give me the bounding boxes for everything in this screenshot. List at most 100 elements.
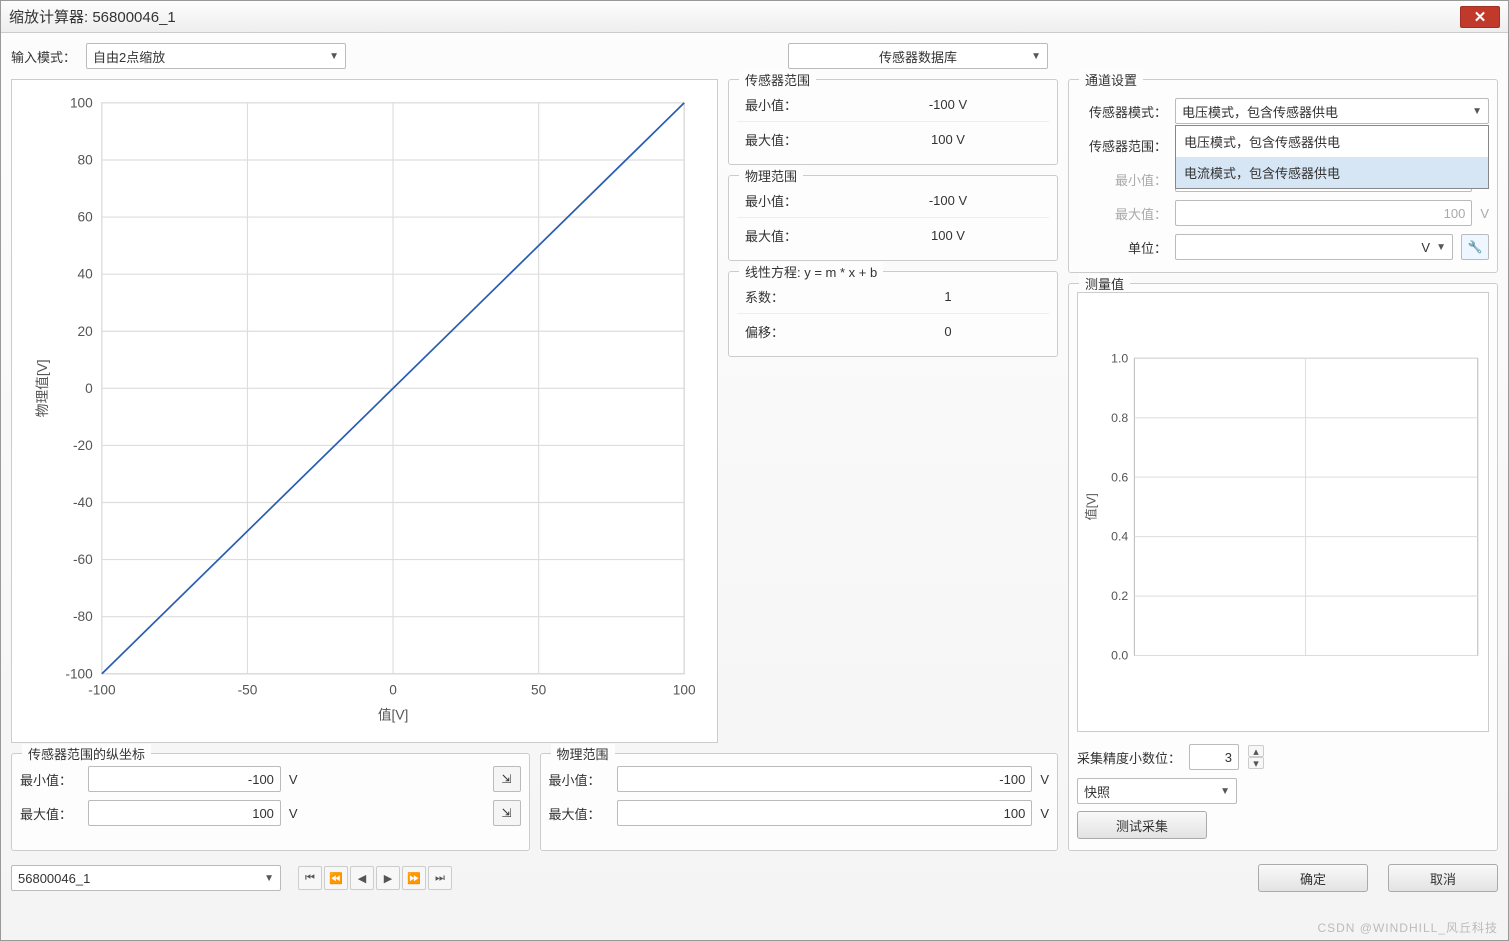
nav-back-button[interactable]: ◀ <box>350 866 374 890</box>
input-mode-value: 自由2点缩放 <box>93 47 165 66</box>
measurement-ylabel: 值[V] <box>1083 493 1098 520</box>
apply-icon: ⇲ <box>501 772 511 786</box>
chevron-down-icon: ▼ <box>1436 242 1446 253</box>
channel-settings-title: 通道设置 <box>1079 70 1143 89</box>
nav-first-button[interactable]: ⏮ <box>298 866 322 890</box>
edit-icon: 🔧 <box>1468 240 1483 254</box>
unit-value: V <box>1421 240 1430 255</box>
sensor-range-y-panel: 传感器范围的纵坐标 最小值： -100 V ⇲ 最大值： 100 V <box>11 753 530 851</box>
measurement-panel: 测量值 1.0 <box>1068 283 1498 851</box>
chevron-down-icon: ▼ <box>1220 786 1230 797</box>
cancel-button[interactable]: 取消 <box>1388 864 1498 892</box>
skip-last-icon: ⏭ <box>435 872 445 885</box>
offset-value: 0 <box>855 324 1041 339</box>
svg-text:0: 0 <box>85 381 93 396</box>
main-chart: 100 80 60 40 20 0 -20 -40 -60 -80 -100 <box>11 79 718 743</box>
nav-last-button[interactable]: ⏭ <box>428 866 452 890</box>
cs-max-unit: V <box>1480 206 1489 221</box>
bl-max-label: 最大值： <box>20 804 80 823</box>
sensor-mode-label: 传感器模式： <box>1077 102 1167 121</box>
svg-text:50: 50 <box>531 682 547 697</box>
item-selector-combo[interactable]: 56800046_1 ▼ <box>11 865 281 891</box>
sensor-range-max-value: 100 V <box>855 132 1041 147</box>
main-chart-svg: 100 80 60 40 20 0 -20 -40 -60 -80 -100 <box>22 90 707 732</box>
nav-fast-forward-button[interactable]: ⏩ <box>402 866 426 890</box>
nav-fast-back-button[interactable]: ⏪ <box>324 866 348 890</box>
br-max-unit: V <box>1040 806 1049 821</box>
physical-range-max-label: 最大值： <box>745 226 855 245</box>
physical-range-title: 物理范围 <box>739 166 803 185</box>
sensor-range-max-label: 最大值： <box>745 130 855 149</box>
input-mode-combo[interactable]: 自由2点缩放 ▼ <box>86 43 346 69</box>
br-max-label: 最大值： <box>549 804 609 823</box>
coef-value: 1 <box>855 289 1041 304</box>
bl-max-unit: V <box>289 806 298 821</box>
sensor-range-panel: 传感器范围 最小值：-100 V 最大值：100 V <box>728 79 1058 165</box>
sensor-range-label: 传感器范围： <box>1077 136 1167 155</box>
bl-min-label: 最小值： <box>20 770 80 789</box>
br-max-input[interactable]: 100 <box>617 800 1033 826</box>
chevron-down-icon: ▼ <box>264 873 274 884</box>
svg-text:0.4: 0.4 <box>1111 530 1128 544</box>
sensor-mode-dropdown: 电压模式，包含传感器供电 电流模式，包含传感器供电 <box>1175 125 1489 189</box>
svg-text:-80: -80 <box>73 609 93 624</box>
br-min-input[interactable]: -100 <box>617 766 1033 792</box>
svg-text:80: 80 <box>78 153 94 168</box>
svg-text:-60: -60 <box>73 552 93 567</box>
cs-min-label: 最小值： <box>1077 170 1167 189</box>
svg-text:60: 60 <box>78 210 94 225</box>
channel-settings-panel: 通道设置 传感器模式： 电压模式，包含传感器供电 ▼ 电压模式，包含传感器供电 … <box>1068 79 1498 273</box>
sensor-db-combo[interactable]: 传感器数据库 ▼ <box>788 43 1048 69</box>
unit-label: 单位： <box>1077 238 1167 257</box>
sensor-range-title: 传感器范围 <box>739 70 816 89</box>
svg-text:-100: -100 <box>88 682 116 697</box>
sensor-range-min-value: -100 V <box>855 97 1041 112</box>
physical-range-min-label: 最小值： <box>745 191 855 210</box>
precision-label: 采集精度小数位： <box>1077 748 1181 767</box>
unit-edit-button[interactable]: 🔧 <box>1461 234 1489 260</box>
apply-min-button[interactable]: ⇲ <box>493 766 521 792</box>
sensor-mode-combo[interactable]: 电压模式，包含传感器供电 ▼ 电压模式，包含传感器供电 电流模式，包含传感器供电 <box>1175 98 1489 124</box>
svg-text:-20: -20 <box>73 438 93 453</box>
bl-min-unit: V <box>289 772 298 787</box>
snapshot-combo[interactable]: 快照 ▼ <box>1077 778 1237 804</box>
input-mode-label: 输入模式： <box>11 47 76 66</box>
svg-text:1.0: 1.0 <box>1111 351 1128 365</box>
ok-button[interactable]: 确定 <box>1258 864 1368 892</box>
sensor-mode-option-voltage[interactable]: 电压模式，包含传感器供电 <box>1176 126 1488 157</box>
window-title: 缩放计算器: 56800046_1 <box>9 6 176 27</box>
snapshot-label: 快照 <box>1084 782 1110 801</box>
main-chart-ylabel: 物理值[V] <box>35 359 50 417</box>
bl-min-input[interactable]: -100 <box>88 766 281 792</box>
chevron-down-icon: ▼ <box>329 51 339 62</box>
cs-max-label: 最大值： <box>1077 204 1167 223</box>
item-selector-value: 56800046_1 <box>18 871 90 886</box>
precision-up[interactable]: ▴ <box>1248 745 1264 757</box>
unit-combo[interactable]: V ▼ <box>1175 234 1453 260</box>
physical-range-panel: 物理范围 最小值：-100 V 最大值：100 V <box>728 175 1058 261</box>
chevron-down-icon: ▼ <box>1031 51 1041 62</box>
precision-input[interactable]: 3 <box>1189 744 1239 770</box>
main-chart-xlabel: 值[V] <box>378 707 408 722</box>
apply-icon: ⇲ <box>501 806 511 820</box>
sensor-mode-option-current[interactable]: 电流模式，包含传感器供电 <box>1176 157 1488 188</box>
svg-text:0.8: 0.8 <box>1111 411 1128 425</box>
sensor-db-label: 传感器数据库 <box>879 47 957 66</box>
physical-range-min-value: -100 V <box>855 193 1041 208</box>
nav-forward-button[interactable]: ▶ <box>376 866 400 890</box>
chevron-down-icon: ▼ <box>1472 106 1482 117</box>
close-button[interactable]: ✕ <box>1460 6 1500 28</box>
bl-max-input[interactable]: 100 <box>88 800 281 826</box>
apply-max-button[interactable]: ⇲ <box>493 800 521 826</box>
precision-down[interactable]: ▾ <box>1248 757 1264 769</box>
linear-equation-panel: 线性方程: y = m * x + b 系数：1 偏移：0 <box>728 271 1058 357</box>
linear-equation-title: 线性方程: y = m * x + b <box>739 262 883 281</box>
measurement-chart-svg: 1.0 0.8 0.6 0.4 0.2 0.0 值[V] <box>1078 293 1488 731</box>
measurement-chart: 1.0 0.8 0.6 0.4 0.2 0.0 值[V] <box>1077 292 1489 732</box>
svg-text:100: 100 <box>70 95 93 110</box>
svg-text:0.6: 0.6 <box>1111 470 1128 484</box>
br-min-label: 最小值： <box>549 770 609 789</box>
test-acquisition-button[interactable]: 测试采集 <box>1077 811 1207 839</box>
sensor-range-y-title: 传感器范围的纵坐标 <box>22 744 151 763</box>
br-min-unit: V <box>1040 772 1049 787</box>
